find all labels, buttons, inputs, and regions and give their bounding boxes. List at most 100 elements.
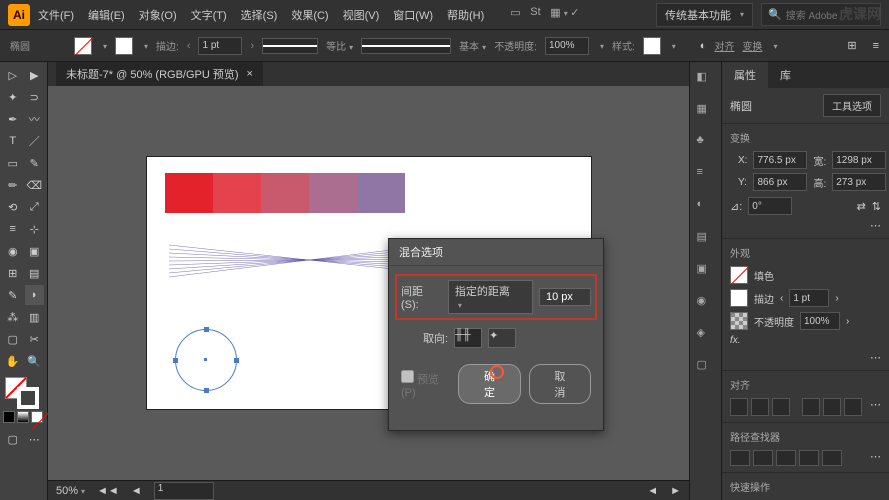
blend-tool[interactable]: ◗ (25, 285, 45, 305)
transparency-panel-icon[interactable]: ▣ (697, 262, 715, 280)
spacing-value-input[interactable] (539, 288, 591, 306)
tab-libraries[interactable]: 库 (768, 62, 803, 88)
share-icon[interactable]: ✓ (570, 6, 588, 24)
gradient-panel-icon[interactable]: ▤ (697, 230, 715, 248)
orient-path-btn[interactable]: ✦ (488, 328, 516, 348)
fill-swatch[interactable] (74, 37, 92, 55)
reference-point[interactable] (730, 151, 732, 175)
type-tool[interactable]: T (3, 131, 23, 151)
basic-label[interactable]: 基本 (459, 38, 486, 53)
align-bottom[interactable] (844, 398, 862, 416)
shape-builder-tool[interactable]: ◉ (3, 241, 23, 261)
eraser-tool[interactable]: ⌫ (25, 175, 45, 195)
align-right[interactable] (772, 398, 790, 416)
free-transform-tool[interactable]: ⊹ (25, 219, 45, 239)
pf-divide[interactable] (822, 450, 842, 466)
align-hcenter[interactable] (751, 398, 769, 416)
gradient-tool[interactable]: ▤ (25, 263, 45, 283)
spacing-mode-select[interactable]: 指定的距离 (448, 280, 533, 314)
w-input[interactable] (832, 151, 886, 169)
preview-checkbox[interactable]: 预览 (P) (401, 370, 452, 399)
workspace-switcher[interactable]: 传统基本功能 (656, 3, 753, 27)
stroke-profile[interactable] (262, 38, 318, 54)
symbols-panel-icon[interactable]: ≡ (697, 166, 715, 184)
more-options-icon[interactable]: ⋯ (870, 220, 881, 232)
asset-panel-icon[interactable]: ▢ (697, 358, 715, 376)
align-top[interactable] (802, 398, 820, 416)
align-more-icon[interactable]: ⋯ (870, 398, 881, 416)
scale-tool[interactable]: ⤢ (25, 197, 45, 217)
rectangle-tool[interactable]: ▭ (3, 153, 23, 173)
fill-dropdown[interactable] (100, 40, 107, 52)
panel-fill-swatch[interactable] (730, 266, 748, 284)
pen-tool[interactable]: ✒ (3, 109, 23, 129)
arrange-icon[interactable]: ▦ (550, 6, 568, 24)
panel-stroke-swatch[interactable] (730, 289, 748, 307)
pf-more-icon[interactable]: ⋯ (870, 450, 881, 466)
menu-object[interactable]: 对象(O) (133, 3, 183, 27)
stroke-swatch[interactable] (115, 37, 133, 55)
zoom-level[interactable]: 50% (56, 485, 85, 497)
menu-view[interactable]: 视图(V) (337, 3, 386, 27)
mesh-tool[interactable]: ⊞ (3, 263, 23, 283)
slice-tool[interactable]: ✂ (25, 329, 45, 349)
magic-wand-tool[interactable]: ✦ (3, 87, 23, 107)
lasso-tool[interactable]: ⊃ (25, 87, 45, 107)
paintbrush-tool[interactable]: ✎ (25, 153, 45, 173)
cancel-button[interactable]: 取消 (529, 364, 591, 404)
transform-dropdown[interactable] (770, 40, 777, 52)
symbol-sprayer-tool[interactable]: ⁂ (3, 307, 23, 327)
style-dropdown[interactable] (669, 40, 676, 52)
brushes-panel-icon[interactable]: ♣ (697, 134, 715, 152)
align-left[interactable] (730, 398, 748, 416)
rotate-tool[interactable]: ⟲ (3, 197, 23, 217)
h-input[interactable] (832, 173, 886, 191)
menu-window[interactable]: 窗口(W) (387, 3, 439, 27)
screen-mode-tool[interactable]: ▢ (3, 429, 23, 449)
pf-intersect[interactable] (776, 450, 796, 466)
angle-input[interactable] (748, 197, 792, 215)
isolate-icon[interactable]: ⊞ (847, 39, 856, 52)
zoom-tool[interactable]: 🔍 (25, 351, 45, 371)
doc-setup-icon[interactable]: ▭ (510, 6, 528, 24)
options-icon[interactable]: ≡ (873, 40, 879, 52)
hand-tool[interactable]: ✋ (3, 351, 23, 371)
menu-edit[interactable]: 编辑(E) (82, 3, 131, 27)
menu-text[interactable]: 文字(T) (185, 3, 233, 27)
flip-h-icon[interactable]: ⇄ (857, 200, 866, 213)
stroke-panel-icon[interactable]: ◐ (697, 198, 715, 216)
color-controls[interactable] (3, 377, 44, 407)
selection-tool[interactable]: ▷ (3, 65, 23, 85)
opacity-input[interactable] (545, 37, 589, 55)
panel-stroke-input[interactable] (789, 289, 829, 307)
x-input[interactable] (753, 151, 807, 169)
color-panel-icon[interactable]: ◧ (697, 70, 715, 88)
style-swatch[interactable] (643, 37, 661, 55)
eyedropper-tool[interactable]: ✎ (3, 285, 23, 305)
align-link[interactable]: 对齐 (714, 38, 734, 53)
artboard-nav[interactable]: 1 (154, 482, 214, 500)
uniform-label[interactable]: 等比 (326, 38, 353, 53)
panel-opacity-input[interactable] (800, 312, 840, 330)
perspective-tool[interactable]: ▣ (25, 241, 45, 261)
tool-options-button[interactable]: 工具选项 (823, 94, 881, 117)
y-input[interactable] (753, 173, 807, 191)
menu-file[interactable]: 文件(F) (32, 3, 80, 27)
panel-opacity-swatch[interactable] (730, 312, 748, 330)
tab-properties[interactable]: 属性 (722, 62, 768, 88)
nav-next-icon[interactable]: ◄ (131, 485, 142, 497)
stroke-weight-input[interactable] (198, 37, 242, 55)
menu-effect[interactable]: 效果(C) (285, 3, 334, 27)
fx-label[interactable]: fx. (730, 335, 741, 346)
edit-toolbar[interactable]: ⋯ (25, 429, 45, 449)
layers-panel-icon[interactable]: ◈ (697, 326, 715, 344)
curvature-tool[interactable]: 〰 (25, 109, 45, 129)
direct-selection-tool[interactable]: ▶ (25, 65, 45, 85)
align-vcenter[interactable] (823, 398, 841, 416)
width-tool[interactable]: ≡ (3, 219, 23, 239)
flip-v-icon[interactable]: ⇅ (872, 200, 881, 213)
orient-page-btn[interactable]: ╫╫ (454, 328, 482, 348)
menu-select[interactable]: 选择(S) (235, 3, 284, 27)
transform-link[interactable]: 变换 (742, 38, 762, 53)
stroke-dropdown[interactable] (141, 40, 148, 52)
